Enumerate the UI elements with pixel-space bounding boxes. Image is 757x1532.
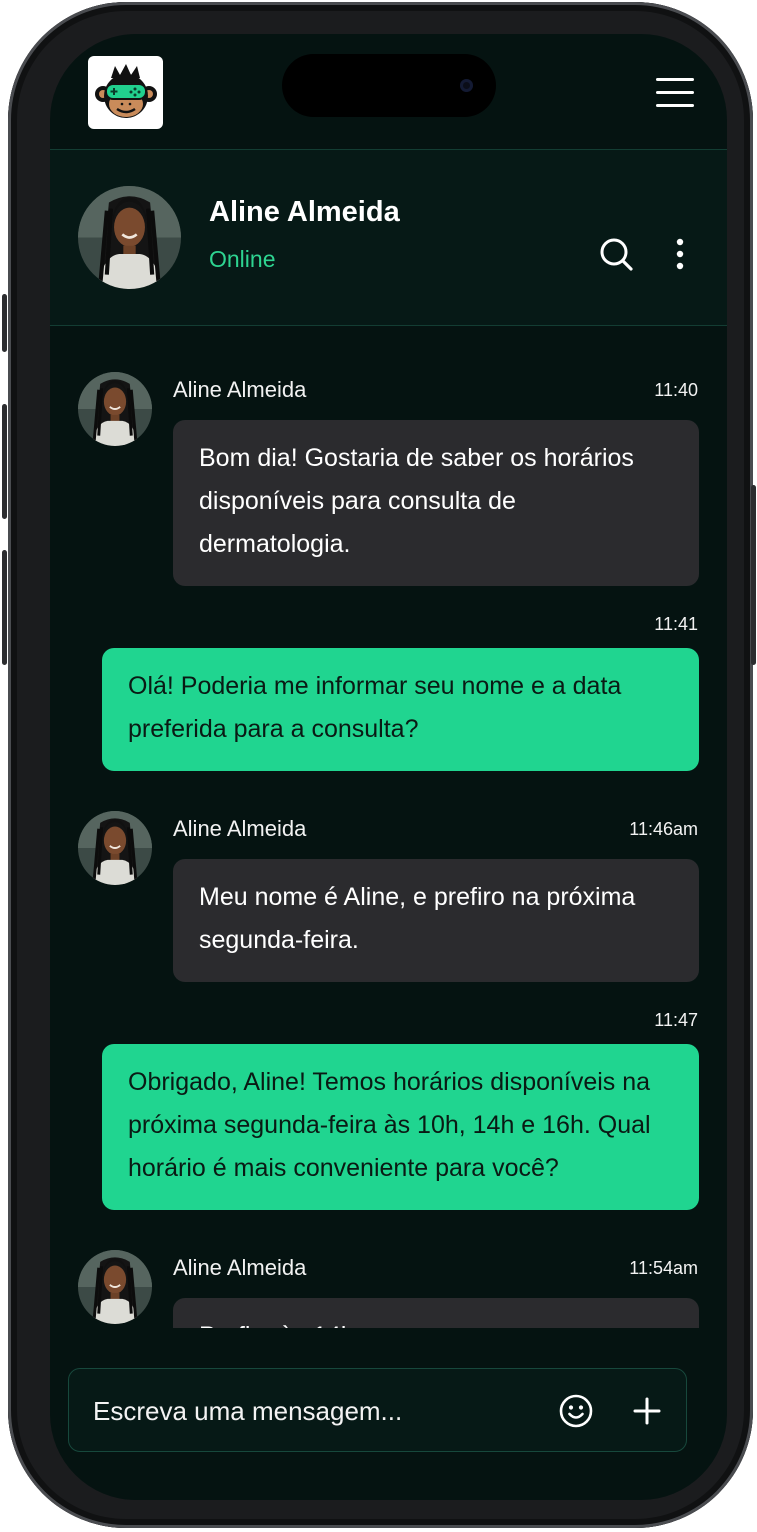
hamburger-menu-icon[interactable] [656,78,694,108]
plus-icon[interactable] [633,1397,661,1425]
monkey-gamer-logo-icon[interactable] [88,56,163,129]
message-time: 11:47 [654,1010,698,1030]
screen: Aline Almeida Online Aline Almeida 11:40… [50,34,727,1500]
dynamic-island [282,54,496,117]
sender-avatar [78,372,152,446]
contact-status: Online [209,246,276,272]
chat-header: Aline Almeida Online [50,150,727,326]
message-time: 11:40 [654,380,698,400]
message-time: 11:41 [654,614,698,634]
message-time: 11:54am [629,1258,698,1278]
sender-avatar [78,811,152,885]
sender-name: Aline Almeida [173,1255,307,1280]
contact-name: Aline Almeida [209,196,400,228]
message-composer [68,1368,687,1452]
message-list[interactable]: Aline Almeida 11:40 Bom dia! Gostaria de… [50,326,727,1328]
sender-name: Aline Almeida [173,816,307,841]
smiley-icon[interactable] [559,1394,593,1428]
home-indicator-area [50,1460,727,1500]
app-top-bar [50,34,727,150]
mute-switch [2,294,7,352]
message-input[interactable] [93,1391,543,1431]
search-icon[interactable] [598,236,634,272]
message-bubble: Meu nome é Aline, e prefiro na próxima s… [173,859,699,982]
message-bubble: Olá! Poderia me informar seu nome e a da… [102,648,699,771]
sender-avatar [78,1250,152,1324]
camera-icon [460,79,473,92]
contact-avatar[interactable] [78,186,181,289]
message-bubble: Bom dia! Gostaria de saber os horários d… [173,420,699,586]
message-bubble: Obrigado, Aline! Temos horários disponív… [102,1044,699,1210]
more-vertical-icon[interactable] [671,236,689,272]
volume-down-button [2,550,7,665]
sender-name: Aline Almeida [173,377,307,402]
message-time: 11:46am [629,819,698,839]
volume-up-button [2,404,7,519]
phone-frame: Aline Almeida Online Aline Almeida 11:40… [2,2,756,1528]
power-button [751,485,756,665]
message-bubble: Prefiro às 14h. [173,1298,699,1328]
